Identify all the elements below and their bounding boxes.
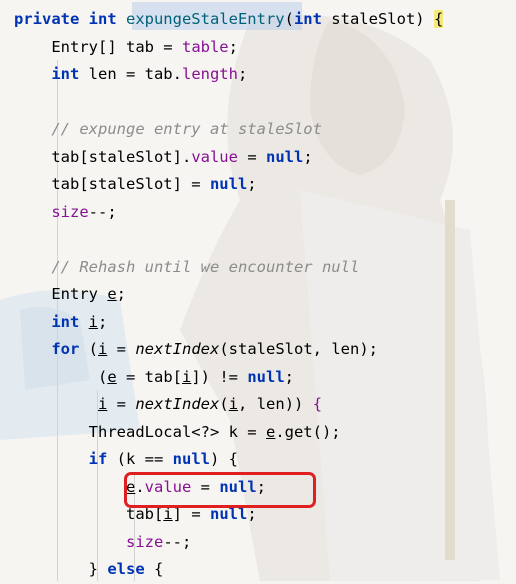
code-token: --; [163,532,192,551]
code-line[interactable]: Entry e; [14,281,516,309]
code-token: for [51,340,89,358]
code-token: e [265,422,276,441]
code-line[interactable]: tab[staleSlot] = null; [14,171,516,199]
code-token: ; [98,312,108,331]
code-line[interactable] [14,226,516,254]
code-line[interactable]: // Rehash until we encounter null [14,254,516,282]
code-line[interactable] [14,89,516,117]
code-token: int [51,65,89,83]
code-line[interactable]: Entry[] tab = table; [14,34,516,62]
code-token: .get(); [275,422,341,441]
code-editor[interactable]: private int expungeStaleEntry(int staleS… [0,0,516,581]
code-token: ) { [209,450,238,468]
annotation-highlight-box [124,472,316,508]
code-token: null [247,367,285,386]
code-token: i [98,395,108,413]
code-token: private int [14,10,126,28]
code-token: ; [247,175,257,193]
code-token: (k == [116,450,173,468]
code-token: = [107,340,136,358]
code-token: = [237,147,266,166]
code-token: nextIndex [135,395,220,413]
code-token: e [107,285,117,303]
code-token: { [433,10,444,28]
code-line[interactable]: if (k == null) { [14,446,516,474]
code-token: --; [88,202,117,221]
code-token: ; [237,65,248,83]
code-token: ; [284,367,295,386]
code-token: , len)) [238,395,313,413]
code-token: ( [219,395,229,413]
code-token: = [107,395,136,413]
code-token: ; [303,147,313,166]
code-token: ; [228,37,238,56]
code-token: table [181,37,229,56]
code-token: i [182,367,192,386]
code-token: int [51,312,89,331]
code-token: { [154,560,164,578]
code-token: size [125,532,164,551]
code-line[interactable]: size--; [14,199,516,227]
code-token: null [209,175,248,193]
code-token: ThreadLocal<?> k = [14,422,266,441]
code-token: nextIndex [135,340,220,358]
code-token: Entry [14,285,108,303]
code-token: value [191,147,238,166]
code-token: { [312,395,323,413]
code-line[interactable]: size--; [14,529,516,557]
code-token: ( [14,367,108,386]
code-token: i [88,312,98,331]
code-token: int [293,10,332,28]
code-token: // expunge entry at staleSlot [14,120,322,138]
code-token: Entry[] tab = [14,37,182,56]
code-token: else [107,560,154,578]
code-token: tab[staleSlot] = [14,175,210,193]
code-token: size [51,202,89,221]
code-line[interactable]: } else { [14,556,516,584]
code-line[interactable]: private int expungeStaleEntry(int staleS… [14,6,516,34]
code-token: len = tab. [88,65,182,83]
code-line[interactable]: int len = tab.length; [14,61,516,89]
code-token: ]) != [191,367,248,386]
code-line[interactable]: i = nextIndex(i, len)) { [14,391,516,419]
code-token: null [172,450,210,468]
code-token: null [265,147,304,166]
code-line[interactable]: // expunge entry at staleSlot [14,116,516,144]
code-line[interactable]: tab[staleSlot].value = null; [14,144,516,172]
code-token: (staleSlot, len); [219,340,378,358]
code-token: e [107,367,117,386]
code-token: } [14,560,108,578]
code-line[interactable]: for (i = nextIndex(staleSlot, len); [14,336,516,364]
code-token: = tab[ [116,367,182,386]
code-token: expungeStaleEntry [125,10,285,28]
code-token: i [98,340,108,358]
code-line[interactable]: (e = tab[i]) != null; [14,364,516,392]
code-token: ( [284,10,294,28]
code-token: // Rehash until we encounter null [14,257,360,276]
code-token: tab[staleSlot]. [14,147,192,166]
code-token: ( [88,340,98,358]
code-token: ; [116,285,127,303]
code-line[interactable]: int i; [14,309,516,337]
code-token: i [228,395,239,413]
code-token: if [88,450,117,468]
code-line[interactable]: ThreadLocal<?> k = e.get(); [14,419,516,447]
code-token: staleSlot) [331,10,434,28]
code-token: length [181,65,238,83]
